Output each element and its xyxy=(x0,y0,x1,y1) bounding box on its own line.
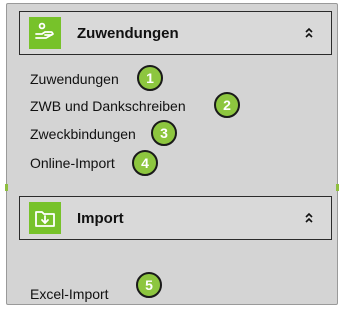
import-folder-icon xyxy=(29,202,61,234)
collapse-chevron-icon[interactable] xyxy=(303,27,315,39)
step-badge: 2 xyxy=(214,92,240,118)
right-resize-handle[interactable] xyxy=(336,184,339,191)
step-badge: 1 xyxy=(137,65,163,91)
step-badge: 4 xyxy=(132,150,158,176)
step-badge: 5 xyxy=(136,272,162,298)
menu-item-zwb-dankschreiben[interactable]: ZWB und Dankschreiben xyxy=(30,97,186,115)
collapse-chevron-icon[interactable] xyxy=(303,212,315,224)
section-header-import[interactable]: Import xyxy=(19,196,332,240)
donation-hand-icon xyxy=(29,17,61,49)
menu-item-excel-import[interactable]: Excel-Import xyxy=(30,285,109,303)
section-header-zuwendungen[interactable]: Zuwendungen xyxy=(19,11,332,55)
section-title: Zuwendungen xyxy=(77,24,179,42)
step-badge: 3 xyxy=(151,120,177,146)
section-title: Import xyxy=(77,209,124,227)
menu-item-online-import[interactable]: Online-Import xyxy=(30,154,115,172)
left-resize-handle[interactable] xyxy=(5,184,8,191)
menu-item-zuwendungen[interactable]: Zuwendungen xyxy=(30,70,119,88)
menu-item-zweckbindungen[interactable]: Zweckbindungen xyxy=(30,125,136,143)
